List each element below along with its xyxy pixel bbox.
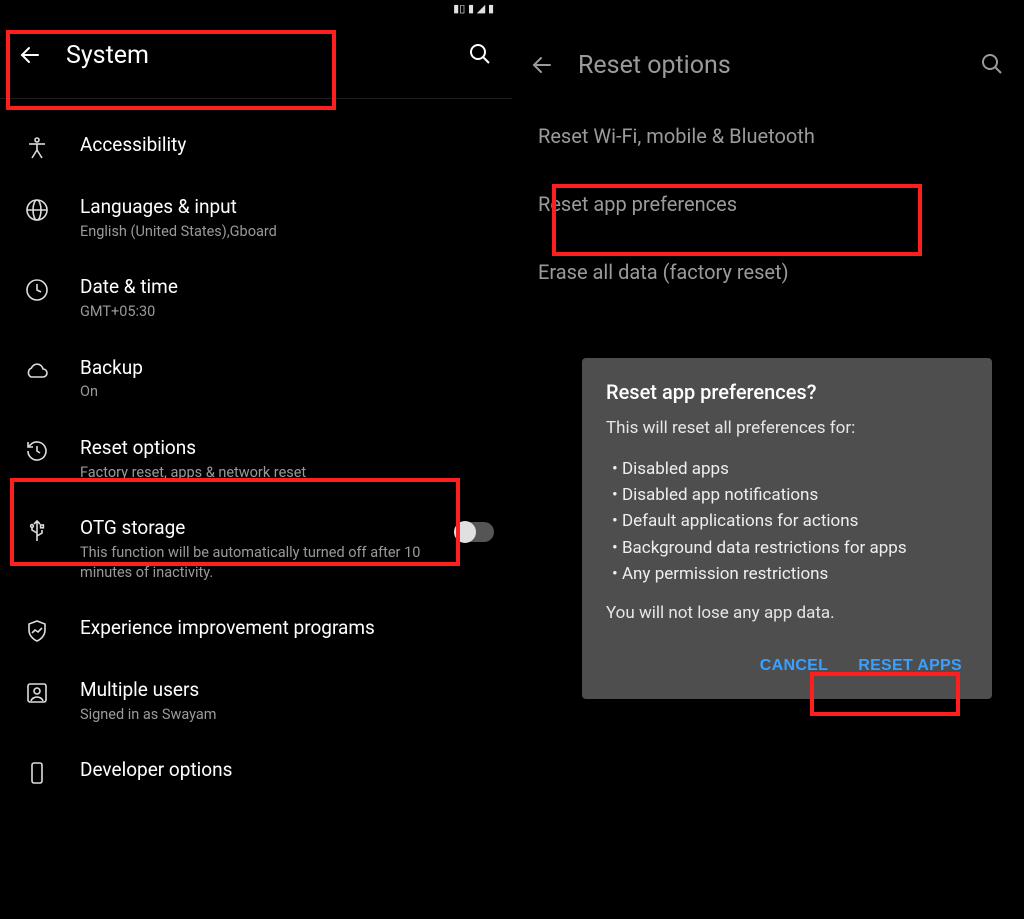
item-backup[interactable]: Backup On bbox=[0, 340, 512, 420]
accessibility-icon bbox=[24, 135, 50, 161]
divider bbox=[0, 98, 512, 99]
reset-apps-button[interactable]: RESET APPS bbox=[852, 649, 968, 683]
row-factory-reset[interactable]: Erase all data (factory reset) bbox=[512, 238, 1024, 306]
item-datetime[interactable]: Date & time GMT+05:30 bbox=[0, 259, 512, 339]
row-reset-network[interactable]: Reset Wi-Fi, mobile & Bluetooth bbox=[512, 102, 1024, 170]
item-experience[interactable]: Experience improvement programs bbox=[0, 600, 512, 662]
globe-icon bbox=[24, 197, 50, 223]
back-icon[interactable] bbox=[530, 53, 554, 77]
page-title: Reset options bbox=[578, 51, 956, 80]
row-reset-app-prefs[interactable]: Reset app preferences bbox=[512, 170, 1024, 238]
item-reset-options[interactable]: Reset options Factory reset, apps & netw… bbox=[0, 420, 512, 500]
item-languages[interactable]: Languages & input English (United States… bbox=[0, 179, 512, 259]
back-icon[interactable] bbox=[18, 43, 42, 67]
dialog-reset-app-prefs: Reset app preferences? This will reset a… bbox=[582, 358, 992, 699]
dialog-lead: This will reset all preferences for: bbox=[606, 416, 968, 442]
item-accessibility[interactable]: Accessibility bbox=[0, 117, 512, 179]
header-system: System bbox=[0, 18, 512, 92]
dialog-bullets: Disabled apps Disabled app notifications… bbox=[612, 456, 968, 588]
otg-toggle[interactable] bbox=[456, 522, 494, 542]
search-icon[interactable] bbox=[980, 52, 1006, 78]
dialog-footer: You will not lose any app data. bbox=[606, 601, 968, 627]
cloud-icon bbox=[24, 358, 50, 384]
header-reset: Reset options bbox=[512, 28, 1024, 102]
item-developer[interactable]: Developer options bbox=[0, 742, 512, 804]
item-multiple-users[interactable]: Multiple users Signed in as Swayam bbox=[0, 662, 512, 742]
item-otg[interactable]: OTG storage This function will be automa… bbox=[0, 500, 512, 600]
cancel-button[interactable]: CANCEL bbox=[754, 649, 834, 683]
dialog-title: Reset app preferences? bbox=[606, 380, 968, 404]
clock-icon bbox=[24, 277, 50, 303]
search-icon[interactable] bbox=[468, 42, 494, 68]
user-square-icon bbox=[24, 680, 50, 706]
shield-chart-icon bbox=[24, 618, 50, 644]
history-icon bbox=[24, 438, 50, 464]
phone-icon bbox=[24, 760, 50, 786]
status-bar: ▮▯ ▮ ◢ ▮ bbox=[0, 0, 512, 18]
usb-icon bbox=[24, 518, 50, 544]
page-title: System bbox=[66, 41, 444, 70]
